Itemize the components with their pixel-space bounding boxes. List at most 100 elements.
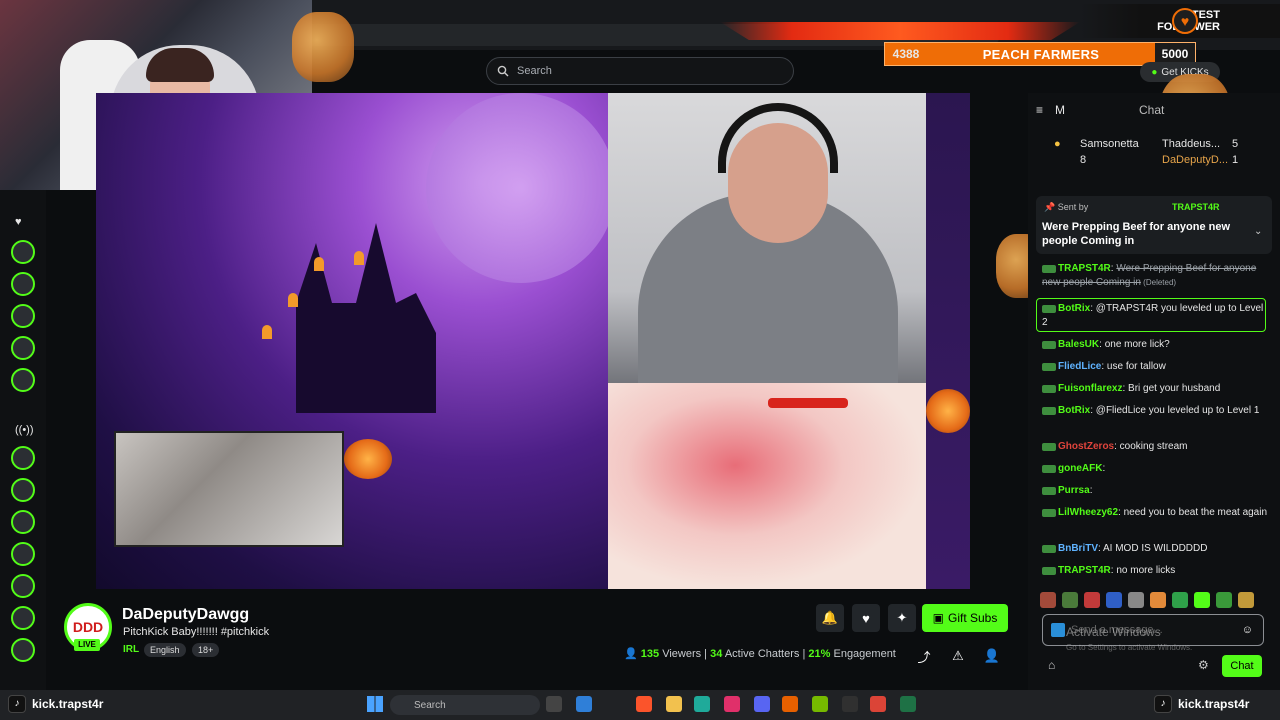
chat-send-button[interactable]: Chat bbox=[1222, 655, 1262, 677]
nvidia-icon[interactable] bbox=[812, 696, 828, 712]
emote-icon[interactable] bbox=[1172, 592, 1188, 608]
gifter-name[interactable]: Samsonetta bbox=[1080, 138, 1139, 150]
followed-channel-avatar[interactable] bbox=[11, 336, 35, 360]
viewers-label: Viewers bbox=[662, 648, 702, 660]
follow-button[interactable]: ♥ bbox=[852, 604, 880, 632]
chat-message[interactable]: BotRix: @FliedLice you leveled up to Lev… bbox=[1042, 404, 1268, 418]
discord-icon[interactable] bbox=[754, 696, 770, 712]
subscriber-badge-icon bbox=[1042, 545, 1056, 553]
followed-channel-avatar[interactable] bbox=[11, 304, 35, 328]
recommended-channel-avatar[interactable] bbox=[11, 638, 35, 662]
store-icon[interactable]: ⌂ bbox=[1048, 658, 1055, 672]
tag-language[interactable]: English bbox=[144, 643, 186, 657]
collapse-chat-icon[interactable]: ≡ bbox=[1036, 103, 1043, 117]
recommended-channel-avatar[interactable] bbox=[11, 606, 35, 630]
following-heart-icon[interactable]: ♥ bbox=[15, 216, 22, 228]
emote-icon[interactable] bbox=[1150, 592, 1166, 608]
folder-icon[interactable] bbox=[666, 696, 682, 712]
sparkle-button[interactable]: ✦ bbox=[888, 604, 916, 632]
emote-icon[interactable] bbox=[1040, 592, 1056, 608]
channel-name[interactable]: DaDeputyDawgg bbox=[122, 606, 249, 624]
chat-username[interactable]: LilWheezy62 bbox=[1058, 507, 1118, 518]
chat-username[interactable]: Fuisonflarexz bbox=[1058, 383, 1122, 394]
subscriber-badge-icon bbox=[1042, 465, 1056, 473]
chat-message[interactable]: TRAPST4R: Were Prepping Beef for anyone … bbox=[1042, 262, 1268, 290]
file-explorer-icon[interactable] bbox=[576, 696, 592, 712]
share-button[interactable]: ⤴ bbox=[910, 642, 938, 670]
picture-in-picture-cam bbox=[114, 431, 344, 547]
chat-message[interactable]: FliedLice: use for tallow bbox=[1042, 360, 1268, 374]
stream-category[interactable]: IRL bbox=[123, 644, 139, 655]
taskbar-search[interactable]: Search bbox=[390, 695, 540, 715]
followed-channel-avatar[interactable] bbox=[11, 272, 35, 296]
chat-username[interactable]: Purrsa bbox=[1058, 485, 1090, 496]
followed-channel-avatar[interactable] bbox=[11, 368, 35, 392]
tiktok-app-icon[interactable] bbox=[724, 696, 740, 712]
chat-header-letter: M bbox=[1055, 103, 1066, 117]
chat-message[interactable]: TRAPST4R: no more licks bbox=[1042, 564, 1268, 578]
chat-username[interactable]: BnBriTV bbox=[1058, 543, 1098, 554]
emote-icon[interactable] bbox=[1128, 592, 1144, 608]
excel-icon[interactable] bbox=[900, 696, 916, 712]
chat-username[interactable]: BotRix bbox=[1058, 405, 1090, 416]
brave-icon[interactable] bbox=[636, 696, 652, 712]
chat-toolbar: ⌂ bbox=[1048, 658, 1055, 672]
chrome-icon[interactable] bbox=[870, 696, 886, 712]
firefox-icon[interactable] bbox=[782, 696, 798, 712]
chat-message[interactable]: BnBriTV: AI MOD IS WILDDDDD bbox=[1042, 542, 1268, 556]
recommended-channel-avatar[interactable] bbox=[11, 510, 35, 534]
chat-username[interactable]: GhostZeros bbox=[1058, 441, 1114, 452]
tiger-sticker bbox=[292, 12, 354, 82]
tiktok-handle-right: ♪ kick.trapst4r bbox=[1154, 692, 1249, 716]
recommended-channel-avatar[interactable] bbox=[11, 574, 35, 598]
emote-icon[interactable] bbox=[1194, 592, 1210, 608]
chat-username[interactable]: TRAPST4R bbox=[1058, 565, 1111, 576]
chat-message[interactable]: goneAFK: bbox=[1042, 462, 1268, 476]
subscriber-badge-icon bbox=[1042, 509, 1056, 517]
recommended-channel-avatar[interactable] bbox=[11, 478, 35, 502]
chat-message[interactable]: BotRix: @TRAPST4R you leveled up to Leve… bbox=[1042, 302, 1268, 330]
search-placeholder: Search bbox=[517, 65, 552, 77]
tag-mature[interactable]: 18+ bbox=[192, 643, 220, 657]
windows-start-icon[interactable] bbox=[367, 696, 383, 712]
pinned-message[interactable]: 📌 Sent by TRAPST4R Were Prepping Beef fo… bbox=[1036, 196, 1272, 254]
emote-icon[interactable] bbox=[1238, 592, 1254, 608]
chat-message-text: : bbox=[1102, 463, 1106, 474]
chat-username[interactable]: FliedLice bbox=[1058, 361, 1101, 372]
search-bar[interactable]: Search bbox=[486, 57, 794, 85]
gifter-name[interactable]: DaDeputyD... bbox=[1162, 154, 1228, 166]
chat-message-text: : use for tallow bbox=[1101, 361, 1166, 372]
chatters-label: Active Chatters bbox=[724, 648, 800, 660]
recommended-channel-avatar[interactable] bbox=[11, 446, 35, 470]
obs-icon[interactable] bbox=[842, 696, 858, 712]
gifter-name[interactable]: Thaddeus... bbox=[1162, 138, 1220, 150]
chat-message[interactable]: BalesUK: one more lick? bbox=[1042, 338, 1268, 352]
chat-message[interactable]: GhostZeros: cooking stream bbox=[1042, 440, 1268, 454]
chevron-down-icon[interactable]: ⌄ bbox=[1254, 226, 1262, 237]
live-channels-icon[interactable]: ((•)) bbox=[15, 424, 34, 436]
report-button[interactable]: ⚠ bbox=[944, 642, 972, 670]
chat-message[interactable]: Purrsa: bbox=[1042, 484, 1268, 498]
chatters-count: 34 bbox=[710, 648, 723, 660]
add-user-button[interactable]: 👤 bbox=[978, 642, 1006, 670]
followed-channel-avatar[interactable] bbox=[11, 240, 35, 264]
emote-icon[interactable] bbox=[1084, 592, 1100, 608]
recommended-channel-avatar[interactable] bbox=[11, 542, 35, 566]
chat-username[interactable]: BalesUK bbox=[1058, 339, 1099, 350]
gift-subs-button[interactable]: ▣ Gift Subs bbox=[922, 604, 1008, 632]
taskview-icon[interactable] bbox=[546, 696, 562, 712]
emote-icon[interactable] bbox=[1062, 592, 1078, 608]
chat-message[interactable]: LilWheezy62: need you to beat the meat a… bbox=[1042, 506, 1268, 520]
chat-username[interactable]: BotRix bbox=[1058, 303, 1090, 314]
emote-icon[interactable] bbox=[1106, 592, 1122, 608]
pinned-sender[interactable]: TRAPST4R bbox=[1172, 202, 1220, 212]
emote-icon[interactable] bbox=[1216, 592, 1232, 608]
video-player[interactable] bbox=[96, 93, 970, 589]
settings-gear-icon[interactable]: ⚙ bbox=[1198, 658, 1209, 672]
chat-username[interactable]: goneAFK bbox=[1058, 463, 1102, 474]
notification-bell-button[interactable]: 🔔 bbox=[816, 604, 844, 632]
chat-username[interactable]: TRAPST4R bbox=[1058, 263, 1111, 274]
emoji-icon[interactable]: ☺ bbox=[1242, 624, 1253, 636]
edge-icon[interactable] bbox=[694, 696, 710, 712]
chat-message[interactable]: Fuisonflarexz: Bri get your husband bbox=[1042, 382, 1268, 396]
